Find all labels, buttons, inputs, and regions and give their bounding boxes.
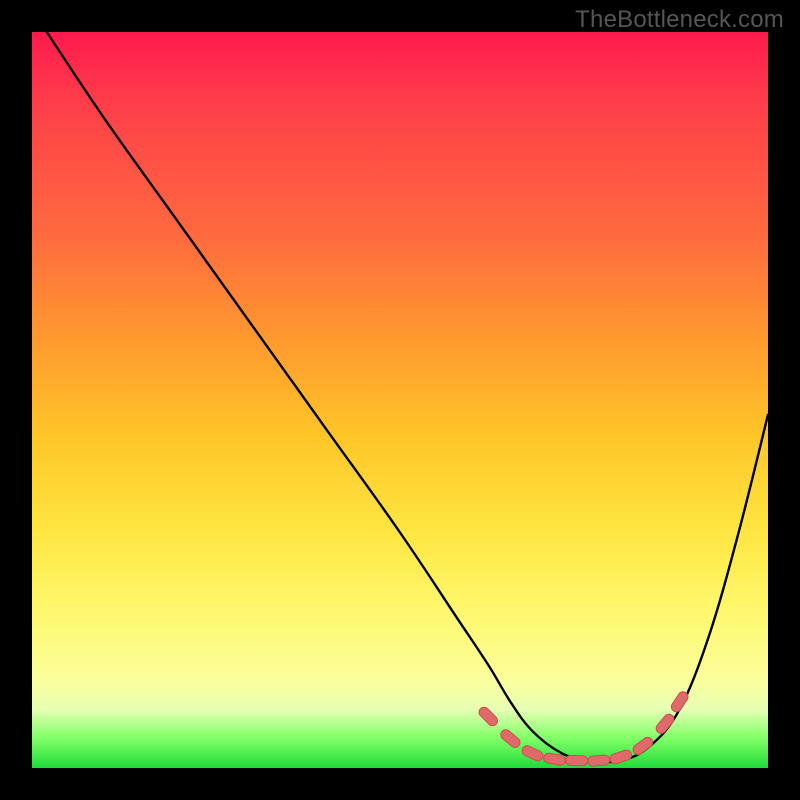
- chart-frame: TheBottleneck.com: [0, 0, 800, 800]
- watermark-text: TheBottleneck.com: [575, 6, 784, 34]
- curve-marker: [631, 735, 655, 756]
- curve-marker: [669, 690, 690, 714]
- curve-marker: [565, 755, 587, 766]
- curve-marker: [499, 728, 522, 750]
- curve-marker: [520, 744, 544, 762]
- curve-marker: [587, 755, 610, 767]
- chart-svg: [32, 32, 768, 768]
- curve-marker: [654, 712, 676, 735]
- bottleneck-curve: [47, 32, 768, 762]
- plot-area: [32, 32, 768, 768]
- curve-marker: [477, 705, 500, 728]
- curve-marker: [609, 749, 633, 765]
